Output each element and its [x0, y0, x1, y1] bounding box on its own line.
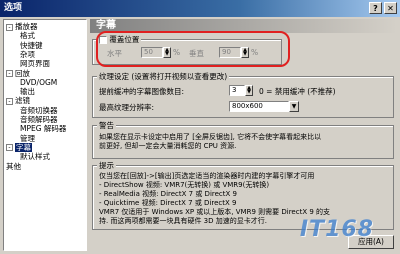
buffer-label: 提前缓冲的字幕图像数目: [99, 87, 185, 96]
highlight-annotation [96, 31, 290, 67]
tips-line: 持. 而这两项都需要一块具有硬件 3D 加速的显卡才行. [99, 217, 267, 225]
tree-item[interactable]: - 字幕 [6, 142, 32, 152]
tree-item-label: 管理 [20, 133, 35, 143]
tree-item[interactable]: DVD/OGM [20, 78, 57, 87]
tips-text: 仅当您在[回放]->[输出]页选定适当的渲染器时内建的字幕引擎才可用 - Dir… [99, 172, 330, 226]
tips-line: 仅当您在[回放]->[输出]页选定适当的渲染器时内建的字幕引擎才可用 [99, 172, 315, 180]
tree-expander-icon[interactable]: - [6, 70, 13, 77]
tree-expander-icon[interactable]: - [6, 23, 13, 31]
buffer-input[interactable]: 3 [229, 85, 245, 96]
warning-text: 如果您在显示卡设定中启用了 [全屏反锯齿], 它将不会使字幕看起来比以 前更好,… [99, 133, 321, 151]
window-title: 选项 [4, 3, 23, 13]
max-resolution-label: 最高纹理分辨率: [99, 103, 155, 112]
tree-item[interactable]: MPEG 解码器 [20, 124, 66, 133]
tree-item[interactable]: - 播放器 [6, 22, 38, 31]
tree-item-label: DVD/OGM [20, 77, 58, 87]
tips-line: - RealMedia 视频: DirectX 7 或 DirectX 9 [99, 190, 237, 198]
tree-item-label: 杂项 [20, 49, 35, 59]
texture-settings-group: 纹理设定 (设置将打开视频以查看更改) 提前缓冲的字幕图像数目: 3 ▲ ▼ 0 … [92, 71, 394, 118]
tree-expander-icon[interactable]: - [6, 97, 13, 105]
tree-item-label: 滤镜 [15, 96, 30, 106]
help-button[interactable]: ? [369, 2, 382, 14]
tree-item[interactable]: 音频解码器 [20, 115, 58, 124]
tips-line: - DirectShow 视频: VMR7(无转换) 或 VMR9(无转换) [99, 181, 270, 189]
tips-line: - Quicktime 视频: DirectX 7 或 DirectX 9 [99, 199, 237, 207]
tree-expander-icon[interactable]: - [6, 144, 13, 152]
warning-line: 如果您在显示卡设定中启用了 [全屏反锯齿], 它将不会使字幕看起来比以 [99, 133, 322, 141]
max-resolution-select[interactable]: 800x600 [229, 101, 289, 112]
buffer-note: 0 = 禁用缓冲 (不推荐) [259, 87, 336, 96]
tree-item-label: MPEG 解码器 [20, 124, 67, 134]
tree-item[interactable]: 网页界面 [20, 59, 50, 68]
tree-item[interactable]: 快捷键 [20, 41, 43, 50]
warning-group: 警告 如果您在显示卡设定中启用了 [全屏反锯齿], 它将不会使字幕看起来比以 前… [92, 120, 394, 159]
warning-label: 警告 [97, 120, 116, 131]
tree-item[interactable]: - 回放 [6, 69, 30, 78]
tree-item[interactable]: 其他 [6, 162, 21, 171]
tree-item-label: 其他 [6, 161, 21, 171]
warning-line: 前更好, 但却一定会大量消耗您的 CPU 资源. [99, 142, 237, 150]
tree-item-label: 字幕 [15, 142, 32, 152]
tree-item[interactable]: 默认样式 [20, 152, 50, 161]
texture-settings-label: 纹理设定 (设置将打开视频以查看更改) [97, 71, 230, 82]
tree-item[interactable]: 输出 [20, 87, 35, 96]
tree-item[interactable]: 格式 [20, 31, 35, 40]
tips-label: 提示 [97, 160, 116, 171]
tree-item-label: 播放器 [15, 22, 38, 31]
tree-item-label: 默认样式 [20, 152, 50, 162]
tree-item-label: 输出 [20, 87, 35, 97]
close-icon[interactable]: ✕ [384, 2, 397, 14]
tree-item[interactable]: - 滤镜 [6, 96, 30, 105]
tree-item[interactable]: 音频切换器 [20, 106, 58, 115]
chevron-down-icon[interactable]: ▼ [289, 101, 299, 112]
tree-item-label: 网页界面 [20, 59, 50, 69]
tree-item-label: 音频解码器 [20, 115, 58, 124]
tree-item-label: 回放 [15, 68, 30, 78]
tree-item[interactable]: 杂项 [20, 50, 35, 59]
site-watermark: IT168 [299, 217, 374, 242]
tree-item-label: 格式 [20, 31, 35, 41]
window-titlebar: 选项 ? ✕ [0, 0, 400, 17]
tree-item-label: 音频切换器 [20, 105, 58, 115]
tree-item[interactable]: 管理 [20, 134, 35, 143]
buffer-spinner[interactable]: ▲ ▼ [245, 85, 253, 96]
tips-line: VMR7 仅适用于 Windows XP 或以上版本, VMR9 则需要 Dir… [99, 208, 331, 216]
options-tree[interactable]: - 播放器 格式 快捷键 杂项 网页界面 - 回放 DVD/OGM 输出 - 滤镜 音频切换器 音频解码器… [3, 19, 87, 251]
tree-item-label: 快捷键 [20, 40, 43, 50]
